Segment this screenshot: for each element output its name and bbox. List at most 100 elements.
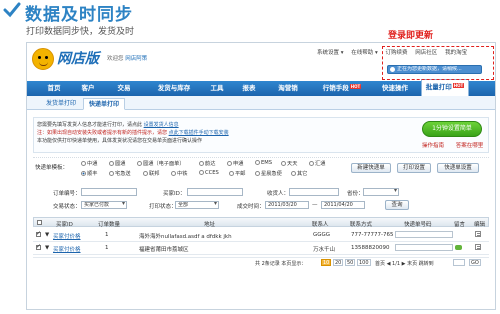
info-line-1: 您需要先填写发货人信息才能进行打印，请点此 设置发货人信息 <box>37 121 179 128</box>
nav-promotion-label: 行销手段 <box>322 84 349 92</box>
order-no-input[interactable] <box>81 188 137 196</box>
col-address: 地址 <box>204 222 216 228</box>
top-link-settings[interactable]: 系统设置 ▾ <box>317 50 344 56</box>
receiver-input[interactable] <box>289 188 339 196</box>
tab-express-slip[interactable]: 快递单打印 <box>83 98 126 110</box>
pager-nav[interactable]: 首页 ◀ 1/1 ▶ 末页 跳转到 <box>375 260 434 267</box>
page-jump-input[interactable] <box>453 259 465 266</box>
date-from-input[interactable]: 2011/03/20 <box>265 201 309 209</box>
nav-promotion[interactable]: 行销手段 HOT <box>317 81 367 96</box>
expand-icon[interactable]: ▼ <box>45 245 49 251</box>
nav-batch-print[interactable]: 批量打印 HOT <box>421 79 469 96</box>
radio-ems[interactable]: EMS <box>255 160 272 166</box>
contact: GGGG <box>313 232 331 238</box>
info-line-2-text: 注：如果出现自动安装失败或者提示有新的插件提示，请您 <box>37 130 168 136</box>
plugin-download-link[interactable]: 点此下载插件手动下载安装 <box>169 130 229 136</box>
col-tracking: 快递单号码 <box>404 222 432 228</box>
message-icon[interactable] <box>455 245 462 250</box>
tab-delivery-note[interactable]: 发货单打印 <box>41 98 81 110</box>
radio-tiantian[interactable]: 天天 <box>281 160 297 167</box>
faq-link[interactable]: 答案在哪里 <box>456 143 484 149</box>
select-all-checkbox[interactable] <box>37 220 42 225</box>
go-button[interactable]: GO <box>469 259 481 266</box>
radio-crexpress[interactable]: 中铁 <box>171 170 187 177</box>
app-logo-text: 网店版 <box>57 51 99 67</box>
province-label: 省份： <box>347 191 364 197</box>
print-status-select[interactable]: 全部 <box>175 201 219 209</box>
page-size-20[interactable]: 20 <box>333 259 344 266</box>
radio-huitong[interactable]: 汇通 <box>309 160 325 167</box>
nav-tools[interactable]: 工具 <box>205 81 229 96</box>
buyer-id-label: 买家ID： <box>163 191 186 197</box>
buyer-id-input[interactable] <box>187 188 243 196</box>
nav-trades[interactable]: 交易 <box>111 81 137 96</box>
page-size-100[interactable]: 100 <box>357 259 371 266</box>
radio-xingchen[interactable]: 星晨急便 <box>255 170 282 177</box>
nav-marketing[interactable]: 淘营销 <box>271 81 305 96</box>
address: 海外海外nullafasd.asdf a dfdkk jkh <box>139 234 232 240</box>
table-row[interactable]: ▼ 买家付价格 1 海外海外nullafasd.asdf a dfdkk jkh… <box>33 229 489 242</box>
order-count: 1 <box>105 245 109 251</box>
date-to-input[interactable]: 2011/04/20 <box>321 201 365 209</box>
guide-link[interactable]: 操作指南 <box>422 143 444 149</box>
hot-badge: HOT <box>349 84 362 89</box>
radio-other[interactable]: 其它 <box>291 170 307 177</box>
nav-reports[interactable]: 报表 <box>237 81 261 96</box>
expand-icon[interactable]: ▼ <box>45 232 49 238</box>
nav-shipping[interactable]: 发货与库存 <box>151 81 197 96</box>
col-contact: 联系人 <box>312 222 329 228</box>
status-select[interactable]: 买家已付款 <box>81 201 127 209</box>
buyer-link[interactable]: 买家付价格 <box>53 245 81 253</box>
radio-zjs[interactable]: 宅急送 <box>109 170 131 177</box>
address: 福建省莆田市荔城区 <box>139 247 189 253</box>
nav-quick[interactable]: 快速操作 <box>377 81 413 96</box>
radio-cces[interactable]: CCES <box>199 170 219 176</box>
nav-batch-print-label: 批量打印 <box>425 83 452 91</box>
province-select[interactable] <box>363 188 399 196</box>
tracking-input[interactable] <box>395 231 453 238</box>
main-nav: 首页 客户 交易 发货与库存 工具 报表 淘营销 行销手段 HOT 快速操作 批量… <box>27 79 495 96</box>
top-link-help[interactable]: 在线帮助 ▾ <box>351 50 378 56</box>
contact: 万水千山 <box>313 247 336 253</box>
info-line-1-text: 您需要先填写发货人信息才能进行打印，请点此 <box>37 122 143 128</box>
edit-icon[interactable] <box>475 231 481 237</box>
tracking-input[interactable] <box>395 244 453 251</box>
template-label: 快递单模板： <box>35 165 69 171</box>
col-edit: 编辑 <box>474 222 486 228</box>
query-button[interactable]: 查询 <box>385 200 409 210</box>
checkmark-icon <box>3 2 21 18</box>
info-line-2: 注：如果出现自动安装失败或者提示有新的插件提示，请您 点此下载插件手动下载安装 <box>37 129 229 136</box>
radio-zto[interactable]: 中通 <box>81 160 97 167</box>
buyer-link[interactable]: 买家付价格 <box>53 232 81 240</box>
radio-sto[interactable]: 申通 <box>227 160 243 167</box>
col-phone: 联系方式 <box>350 222 373 228</box>
slip-settings-button[interactable]: 快递单设置 <box>437 163 479 173</box>
row-checkbox[interactable] <box>36 230 41 237</box>
new-slip-button[interactable]: 新建快递单 <box>351 163 391 173</box>
radio-sf[interactable]: 顺丰 <box>81 170 97 177</box>
print-settings-button[interactable]: 打印设置 <box>397 163 431 173</box>
radio-yto-e[interactable]: 圆通（电子面单） <box>137 160 185 167</box>
sender-settings-link[interactable]: 设置发货人信息 <box>144 122 179 128</box>
radio-yunda[interactable]: 韵达 <box>199 160 215 167</box>
welcome-user[interactable]: 网店阿策 <box>125 56 147 62</box>
page-size-50[interactable]: 50 <box>345 259 356 266</box>
nav-home[interactable]: 首页 <box>41 81 67 96</box>
mascot-logo-icon <box>32 48 54 70</box>
radio-yto[interactable]: 圆通 <box>109 160 125 167</box>
radio-post[interactable]: 平邮 <box>229 170 245 177</box>
annotation-highlight-box <box>382 46 494 80</box>
info-line-3: 本功能仅供打印快递单使用，具体发货状况请您在交易单页面进行确认操作 <box>37 138 203 144</box>
phone: 777-77777-765 <box>351 232 394 238</box>
edit-icon[interactable] <box>475 244 481 250</box>
app-screenshot: 网店版 欢迎您 网店阿策 系统设置 ▾ 在线帮助 ▾ 订购续费 网店社区 我的淘… <box>26 42 496 310</box>
receiver-label: 收货人： <box>267 191 290 197</box>
welcome-prefix: 欢迎您 <box>107 56 124 62</box>
table-row[interactable]: ▼ 买家付价格 1 福建省莆田市荔城区 万水千山 13588820090 <box>33 242 489 255</box>
row-checkbox[interactable] <box>36 243 41 250</box>
quick-setup-button[interactable]: 1分钟设置简单 <box>422 121 482 137</box>
nav-customers[interactable]: 客户 <box>75 81 101 96</box>
page-size-10[interactable]: 10 <box>321 259 332 266</box>
radio-fedex[interactable]: 联邦 <box>143 170 159 177</box>
pagination: 共 2条记录 本页显示： 10 20 50 100 首页 ◀ 1/1 ▶ 末页 … <box>33 257 489 267</box>
